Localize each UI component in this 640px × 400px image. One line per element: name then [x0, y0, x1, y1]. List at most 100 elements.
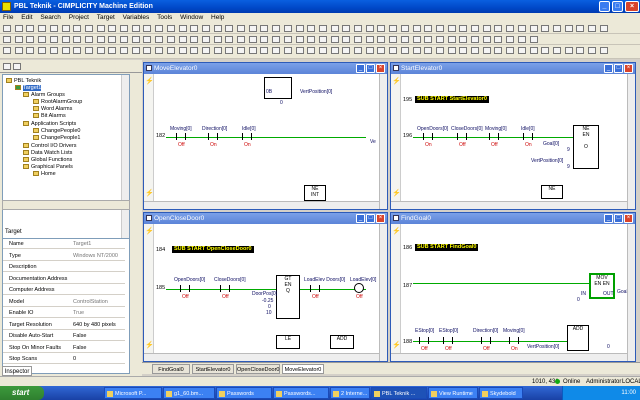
tree-item[interactable]: ChangePeople0: [33, 128, 80, 134]
toolbar-button[interactable]: [307, 36, 316, 43]
toolbar-button[interactable]: [61, 47, 70, 54]
toolbar-button[interactable]: [143, 25, 152, 32]
toolbar-button[interactable]: [237, 25, 245, 32]
toolbar-button[interactable]: [529, 47, 538, 54]
menu-project[interactable]: Project: [66, 14, 92, 21]
toolbar-button[interactable]: [599, 25, 608, 32]
toolbar-button[interactable]: [14, 25, 23, 32]
toolbar-button[interactable]: [295, 47, 304, 54]
tab-inspector[interactable]: Inspector: [2, 366, 32, 376]
toolbar-button[interactable]: [166, 47, 175, 54]
toolbar-button[interactable]: [588, 25, 596, 32]
property-value[interactable]: False: [73, 343, 86, 353]
contact[interactable]: [220, 285, 230, 292]
toolbar-button[interactable]: [412, 47, 421, 54]
tree-item[interactable]: Home: [33, 171, 56, 177]
task-button[interactable]: 2 Interne...: [330, 387, 370, 399]
toolbar-button[interactable]: [318, 36, 327, 43]
toolbar-button[interactable]: [38, 36, 47, 43]
toolbar-button[interactable]: [26, 47, 35, 54]
toolbar-button[interactable]: [400, 47, 409, 54]
close-button[interactable]: ×: [625, 1, 639, 12]
toolbar-button[interactable]: [541, 47, 550, 54]
contact[interactable]: [423, 133, 433, 140]
toolbar-button[interactable]: [283, 36, 292, 43]
toolbar-button[interactable]: [412, 36, 421, 43]
toolbar-button[interactable]: [178, 47, 187, 54]
toolbar-button[interactable]: [377, 47, 386, 54]
toolbar-button[interactable]: [3, 47, 11, 54]
toolbar-button[interactable]: [377, 25, 386, 32]
ne-block[interactable]: NE INT: [304, 185, 326, 201]
toolbar-button[interactable]: [506, 47, 515, 54]
tree-item[interactable]: Control I/O Drivers: [23, 143, 77, 149]
subroutine-banner[interactable]: SUB START FindGoal0: [415, 244, 479, 251]
toolbar-button[interactable]: [517, 36, 526, 43]
toolbar-button[interactable]: [295, 36, 304, 43]
property-value[interactable]: Target1: [73, 239, 91, 249]
close-button[interactable]: ×: [376, 64, 385, 73]
function-block[interactable]: [264, 77, 292, 99]
toolbar-button[interactable]: [120, 47, 128, 54]
tree-root[interactable]: PBL Teknik: [6, 78, 41, 84]
toolbar-button[interactable]: [412, 25, 421, 32]
toolbar-button[interactable]: [260, 36, 269, 43]
gt-block[interactable]: GT EN Q: [276, 275, 300, 319]
toolbar-button[interactable]: [342, 36, 351, 43]
tree-item[interactable]: Graphical Panels: [23, 164, 73, 170]
horizontal-scrollbar[interactable]: [144, 201, 379, 209]
toolbar-button[interactable]: [178, 36, 187, 43]
toolbar-button[interactable]: [108, 25, 117, 32]
toolbar-button[interactable]: [120, 36, 128, 43]
toolbar-button[interactable]: [108, 36, 117, 43]
toolbar-button[interactable]: [330, 36, 339, 43]
start-button[interactable]: start: [0, 386, 44, 400]
contact[interactable]: [242, 133, 252, 140]
toolbar-button[interactable]: [354, 25, 362, 32]
tree-item-alarm-groups[interactable]: Alarm Groups: [23, 92, 65, 98]
contact[interactable]: [481, 337, 491, 344]
vertical-scrollbar[interactable]: [627, 74, 635, 209]
toolbar-button[interactable]: [49, 36, 58, 43]
toolbar-button[interactable]: [471, 47, 479, 54]
toolbar-button[interactable]: [541, 25, 550, 32]
menu-tools[interactable]: Tools: [154, 14, 175, 21]
toolbar-button[interactable]: [131, 47, 140, 54]
toolbar-button[interactable]: [237, 36, 245, 43]
tree-item[interactable]: Word Alarms: [33, 106, 72, 112]
minimize-button[interactable]: _: [604, 214, 613, 223]
toolbar-button[interactable]: [377, 36, 386, 43]
toolbar-button[interactable]: [307, 25, 316, 32]
toolbar-button[interactable]: [494, 25, 503, 32]
toolbar-button[interactable]: [272, 47, 281, 54]
toolbar-button[interactable]: [307, 47, 316, 54]
toolbar-button[interactable]: [201, 47, 210, 54]
task-button[interactable]: Passwords: [216, 387, 272, 399]
tree-item-scripts[interactable]: Application Scripts: [23, 121, 76, 127]
toolbar-button[interactable]: [73, 47, 82, 54]
contact[interactable]: [457, 133, 467, 140]
toolbar-button[interactable]: [190, 25, 199, 32]
toolbar-button[interactable]: [342, 25, 351, 32]
toolbar-button[interactable]: [178, 25, 187, 32]
toolbar-button[interactable]: [482, 47, 491, 54]
toolbar-button[interactable]: [424, 36, 433, 43]
toolbar-button[interactable]: [330, 25, 339, 32]
toolbar-button[interactable]: [435, 47, 444, 54]
maximize-button[interactable]: □: [366, 214, 375, 223]
ne-block[interactable]: NE: [541, 185, 563, 199]
toolbar-button[interactable]: [506, 25, 515, 32]
toolbar-button[interactable]: [318, 25, 327, 32]
toolbar-button[interactable]: [365, 36, 374, 43]
toolbar-button[interactable]: [517, 47, 526, 54]
toolbar-button[interactable]: [517, 25, 526, 32]
inspector-row[interactable]: Disable Auto-Start False: [3, 331, 125, 341]
navigator-icon[interactable]: [13, 63, 21, 70]
menu-variables[interactable]: Variables: [120, 14, 153, 21]
toolbar-button[interactable]: [424, 25, 433, 32]
toolbar-button[interactable]: [599, 47, 608, 54]
toolbar-button[interactable]: [482, 36, 491, 43]
inspector-row[interactable]: Documentation Address: [3, 274, 125, 284]
toolbar-button[interactable]: [552, 25, 561, 32]
toolbar-button[interactable]: [213, 47, 222, 54]
